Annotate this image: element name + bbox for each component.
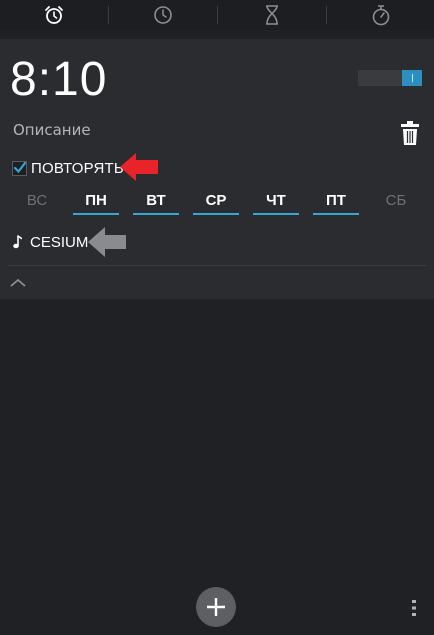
chevron-up-icon[interactable] [9, 276, 27, 290]
overflow-menu-icon[interactable] [409, 598, 419, 618]
tab-timer[interactable] [218, 0, 326, 30]
day-toggle-thu[interactable]: ЧТ [251, 190, 301, 215]
clock-icon [154, 6, 172, 24]
repeat-label: ПОВТОРЯТЬ [31, 159, 124, 177]
day-toggle-sun[interactable]: ВС [12, 190, 62, 212]
trash-icon[interactable] [400, 118, 420, 148]
repeat-checkbox[interactable] [12, 160, 27, 176]
alarm-card[interactable]: 8:10 Описание ПОВТОРЯТЬ ВС ПН ВТ СР ЧТ П… [0, 39, 434, 299]
red-arrow-annotation [120, 153, 158, 181]
ringtone-row[interactable]: CESIUM [13, 231, 88, 253]
hourglass-icon [266, 5, 278, 25]
alarm-description[interactable]: Описание [13, 120, 91, 140]
music-note-icon [13, 235, 22, 249]
add-alarm-button[interactable] [196, 587, 236, 627]
alarm-time[interactable]: 8:10 [10, 52, 107, 108]
day-toggle-sat[interactable]: СБ [371, 190, 421, 212]
divider [8, 265, 426, 266]
switch-thumb [402, 70, 422, 86]
day-toggle-tue[interactable]: ВТ [131, 190, 181, 215]
repeat-row[interactable]: ПОВТОРЯТЬ [12, 157, 124, 179]
day-toggle-wed[interactable]: СР [191, 190, 241, 215]
tab-alarm[interactable] [0, 0, 108, 30]
tab-bar [0, 0, 434, 30]
alarm-clock-icon [45, 6, 63, 24]
check-icon [13, 161, 27, 173]
tab-stopwatch[interactable] [327, 0, 434, 30]
day-toggle-fri[interactable]: ПТ [311, 190, 361, 215]
ringtone-label: CESIUM [30, 233, 89, 251]
plus-icon [207, 598, 225, 616]
day-toggle-mon[interactable]: ПН [71, 190, 121, 215]
tab-clock[interactable] [109, 0, 217, 30]
stopwatch-icon [372, 5, 390, 26]
alarm-enable-switch[interactable] [358, 70, 422, 86]
repeat-days: ВС ПН ВТ СР ЧТ ПТ СБ [0, 190, 434, 216]
gray-arrow-annotation [88, 227, 126, 257]
